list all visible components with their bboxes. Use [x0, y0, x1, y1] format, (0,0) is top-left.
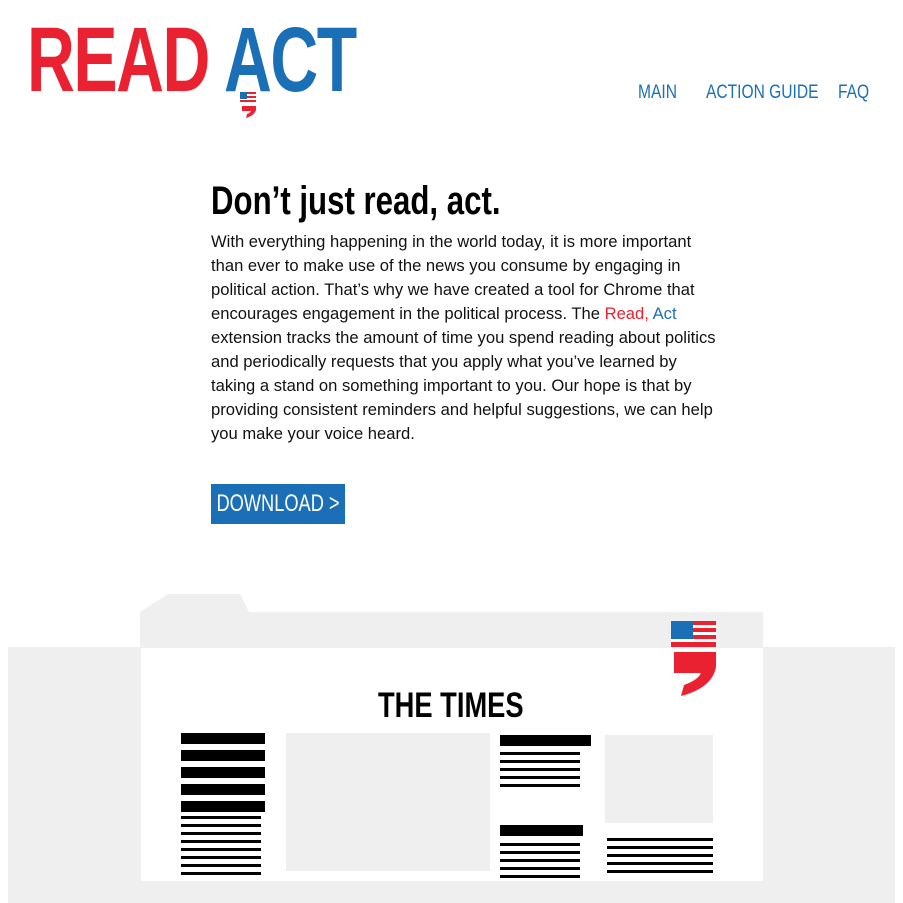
headline-bar: [181, 733, 265, 744]
headline-bar: [181, 801, 265, 812]
page-headline: Don’t just read, act.: [211, 179, 501, 223]
text-line: [607, 846, 713, 849]
intro-paragraph: With everything happening in the world t…: [211, 230, 716, 446]
site-logo[interactable]: READ ACT: [27, 9, 387, 118]
headline-bar: [181, 784, 265, 795]
text-line: [181, 824, 261, 827]
headline-bar: [500, 825, 583, 836]
flag-comma-logo-icon: [671, 621, 716, 696]
logo-act-text: ACT: [224, 9, 357, 111]
text-line: [500, 752, 580, 755]
browser-tab: [140, 594, 250, 614]
text-line: [607, 862, 713, 865]
download-button[interactable]: DOWNLOAD >: [211, 484, 345, 524]
text-line: [500, 859, 580, 862]
text-line: [500, 784, 580, 787]
text-line: [500, 760, 580, 763]
text-line: [181, 848, 261, 851]
headline-bar: [181, 750, 265, 761]
download-button-label: DOWNLOAD >: [216, 490, 340, 517]
text-line: [181, 856, 261, 859]
nav-link-action-guide[interactable]: ACTION GUIDE: [706, 82, 838, 104]
text-line: [181, 864, 261, 867]
nav-link-faq[interactable]: FAQ: [838, 82, 869, 104]
newspaper-title: THE TIMES: [378, 686, 524, 725]
logo-read-text: READ: [27, 9, 210, 111]
text-line: [500, 875, 580, 878]
text-line: [500, 843, 580, 846]
text-line: [181, 840, 261, 843]
text-line: [607, 854, 713, 857]
text-line: [500, 768, 580, 771]
headline-bar: [181, 767, 265, 778]
text-line: [500, 851, 580, 854]
image-placeholder: [286, 733, 490, 871]
text-line: [181, 816, 261, 819]
text-line: [181, 832, 261, 835]
browser-toolbar: [140, 612, 763, 648]
image-placeholder: [605, 735, 713, 823]
text-line: [500, 776, 580, 779]
text-line: [607, 838, 713, 841]
headline-bar: [500, 735, 591, 746]
intro-text-after: extension tracks the amount of time you …: [211, 328, 716, 443]
highlight-act: Act: [652, 304, 677, 323]
highlight-read: Read,: [604, 304, 649, 323]
text-line: [500, 867, 580, 870]
text-line: [607, 870, 713, 873]
text-line: [181, 872, 261, 875]
